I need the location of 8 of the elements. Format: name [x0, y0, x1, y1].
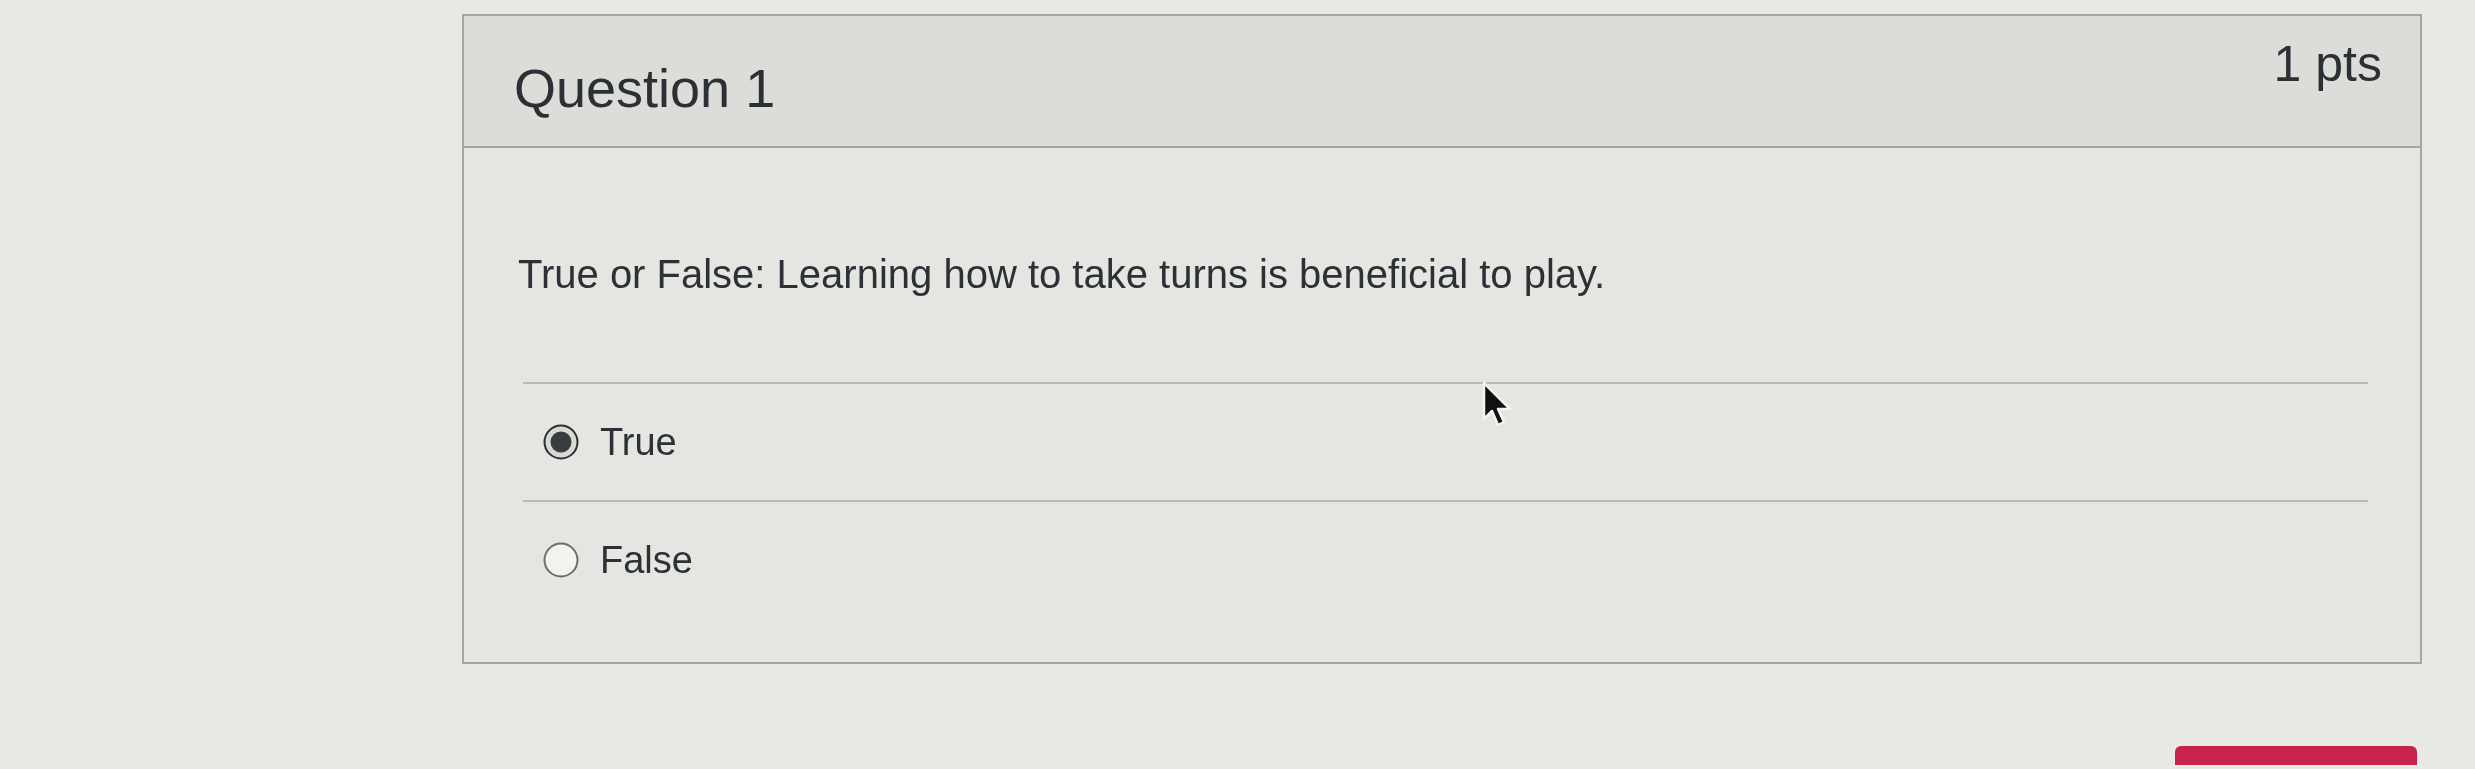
- pointer-cursor-icon: [1482, 381, 1514, 428]
- radio-button[interactable]: [543, 424, 579, 460]
- points-label: 1 pts: [2273, 35, 2382, 93]
- answer-label: False: [600, 538, 693, 583]
- question-title: Question 1: [514, 57, 776, 119]
- radio-button[interactable]: [543, 542, 579, 578]
- question-text: True or False: Learning how to take turns is beneficial to play.: [518, 251, 1607, 298]
- answer-label: True: [600, 420, 677, 465]
